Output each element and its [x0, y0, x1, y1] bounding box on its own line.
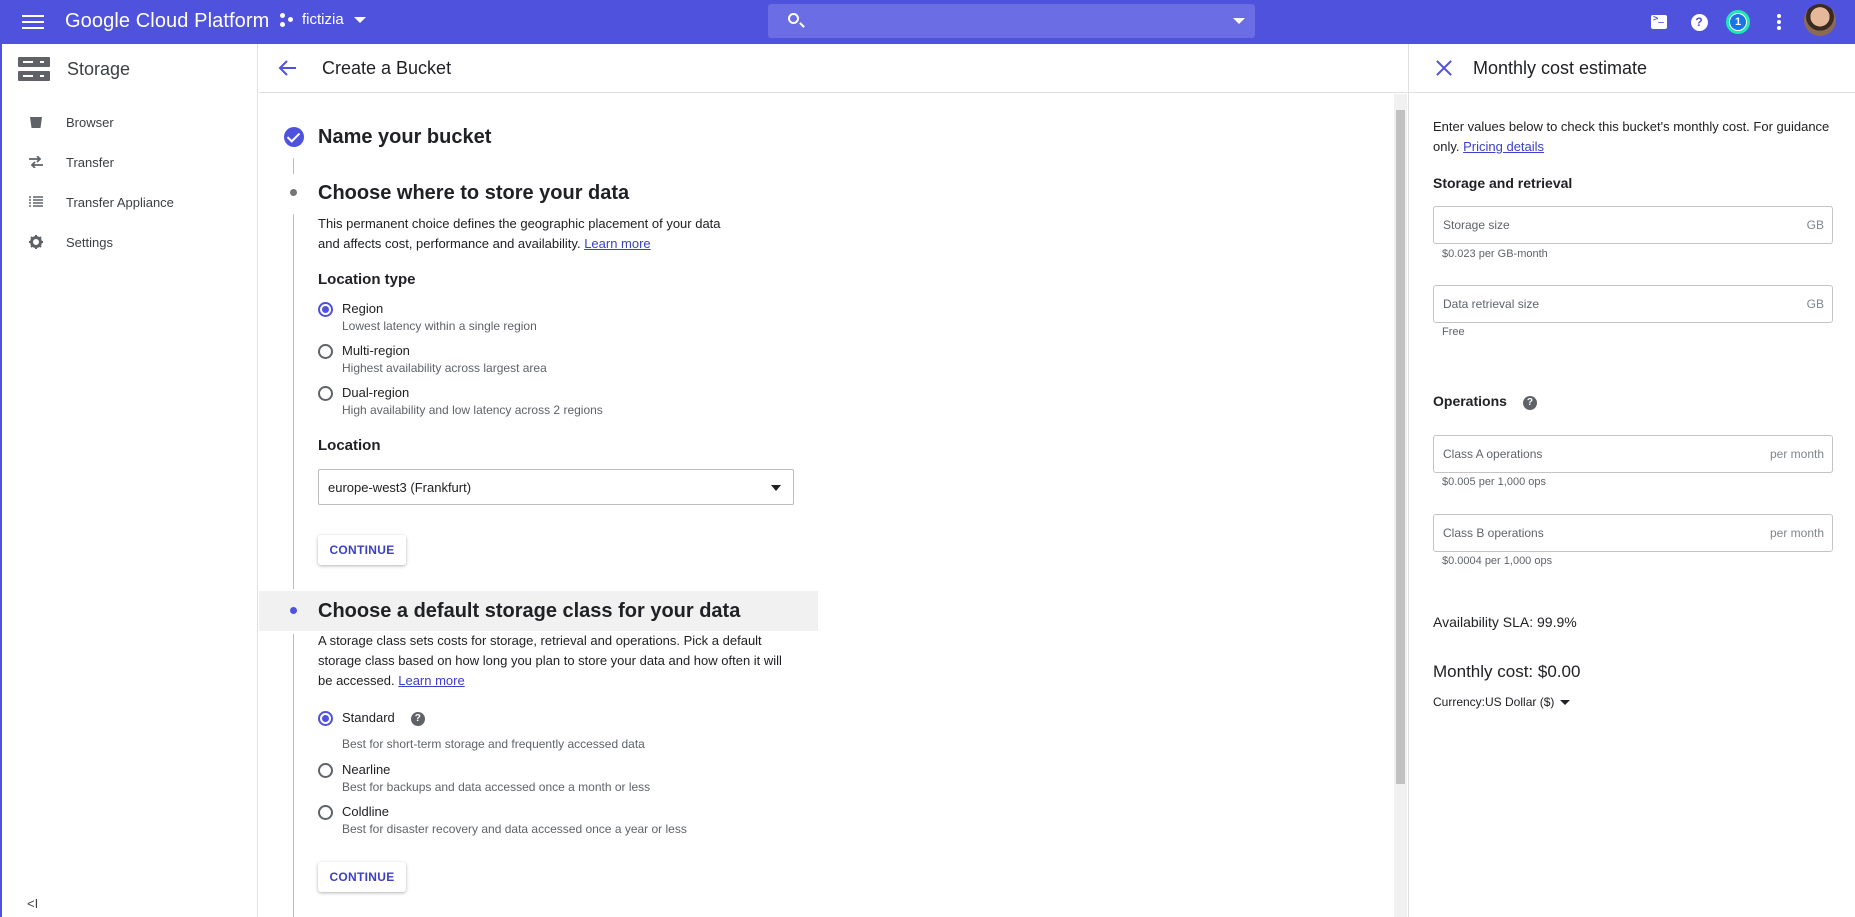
- location-select[interactable]: europe-west3 (Frankfurt): [318, 469, 794, 505]
- create-bucket-form: Name your bucket Choose where to store y…: [259, 94, 1395, 917]
- gear-icon: [26, 235, 46, 249]
- notification-count: 1: [1730, 14, 1746, 30]
- scrollbar-thumb[interactable]: [1396, 110, 1405, 784]
- radio-button[interactable]: [318, 386, 333, 401]
- search-bar[interactable]: [768, 4, 1255, 38]
- left-nav: Storage Browser Transfer Transfer Applia…: [0, 44, 258, 917]
- panel-description: Enter values below to check this bucket'…: [1433, 119, 1830, 154]
- bucket-icon: [26, 116, 46, 129]
- availability-sla: Availability SLA: 99.9%: [1433, 614, 1577, 630]
- step-storage-class-title[interactable]: Choose a default storage class for your …: [318, 600, 740, 623]
- main-scrollbar[interactable]: [1394, 94, 1407, 917]
- sidebar-item-label: Transfer: [66, 154, 114, 170]
- menu-icon[interactable]: [22, 12, 44, 32]
- pricing-details-link[interactable]: Pricing details: [1463, 139, 1544, 154]
- radio-button[interactable]: [318, 302, 333, 317]
- page-title: Create a Bucket: [322, 58, 452, 78]
- search-icon: [788, 13, 799, 24]
- help-icon[interactable]: ?: [1522, 396, 1537, 410]
- data-retrieval-input[interactable]: Data retrieval size GB: [1433, 285, 1833, 323]
- operations-heading: Operations?: [1433, 393, 1537, 410]
- sidebar-item-transfer-appliance[interactable]: Transfer Appliance: [0, 186, 256, 218]
- class-b-operations-input[interactable]: Class B operations per month: [1433, 514, 1833, 552]
- cost-estimate-panel: Monthly cost estimate Enter values below…: [1408, 44, 1855, 917]
- help-icon[interactable]: ?: [410, 712, 425, 726]
- step-storage-class-description: A storage class sets costs for storage, …: [318, 633, 782, 688]
- search-dropdown-icon[interactable]: [1233, 18, 1245, 24]
- step-dot: [290, 607, 297, 614]
- project-name: fictizia: [302, 11, 344, 28]
- class-a-operations-input[interactable]: Class A operations per month: [1433, 435, 1833, 473]
- continue-button[interactable]: CONTINUE: [318, 535, 406, 565]
- back-arrow-icon[interactable]: [277, 57, 299, 79]
- close-icon[interactable]: [1435, 59, 1453, 77]
- step-name-title[interactable]: Name your bucket: [318, 126, 491, 149]
- nav-header: Storage: [18, 57, 130, 81]
- radio-standard[interactable]: Standard? Best for short-term storage an…: [318, 710, 645, 751]
- sidebar-item-label: Settings: [66, 234, 113, 250]
- sidebar-item-label: Browser: [66, 114, 114, 130]
- radio-multi-region[interactable]: Multi-region Highest availability across …: [318, 343, 547, 375]
- more-vert-icon[interactable]: [1767, 10, 1791, 34]
- data-retrieval-hint: Free: [1442, 326, 1465, 338]
- sidebar-item-transfer[interactable]: Transfer: [0, 146, 256, 178]
- step-location-description: This permanent choice defines the geogra…: [318, 216, 721, 251]
- radio-coldline[interactable]: Coldline Best for disaster recovery and d…: [318, 804, 687, 836]
- sidebar-item-label: Transfer Appliance: [66, 194, 174, 210]
- step-location-title[interactable]: Choose where to store your data: [318, 182, 629, 205]
- radio-dual-region[interactable]: Dual-region High availability and low lat…: [318, 385, 603, 417]
- radio-button[interactable]: [318, 711, 333, 726]
- cloud-shell-icon[interactable]: [1647, 10, 1671, 34]
- chevron-down-icon: [771, 485, 781, 491]
- radio-button[interactable]: [318, 344, 333, 359]
- chevron-down-icon: [1560, 699, 1571, 705]
- location-type-label: Location type: [318, 271, 416, 288]
- step-dot: [290, 189, 297, 196]
- radio-button[interactable]: [318, 805, 333, 820]
- chevron-down-icon: [353, 16, 366, 23]
- panel-title: Monthly cost estimate: [1473, 58, 1648, 78]
- product-brand[interactable]: Google Cloud Platform: [65, 10, 269, 33]
- project-icon: [280, 12, 296, 28]
- help-icon[interactable]: ?: [1687, 10, 1711, 34]
- storage-size-input[interactable]: Storage size GB: [1433, 206, 1833, 244]
- monthly-cost: Monthly cost: $0.00: [1433, 662, 1581, 681]
- radio-nearline[interactable]: Nearline Best for backups and data access…: [318, 762, 650, 794]
- page-header: Create a Bucket: [259, 44, 1407, 93]
- project-selector[interactable]: fictizia: [280, 11, 366, 28]
- top-app-bar: Google Cloud Platform fictizia ? 1: [0, 0, 1855, 44]
- sidebar-item-settings[interactable]: Settings: [0, 226, 256, 258]
- class-b-hint: $0.0004 per 1,000 ops: [1442, 555, 1553, 567]
- transfer-icon: [26, 156, 46, 168]
- class-a-hint: $0.005 per 1,000 ops: [1442, 476, 1546, 488]
- storage-size-hint: $0.023 per GB-month: [1442, 248, 1548, 260]
- avatar[interactable]: [1804, 4, 1836, 36]
- sidebar-item-browser[interactable]: Browser: [0, 106, 256, 138]
- radio-region[interactable]: Region Lowest latency within a single reg…: [318, 301, 537, 333]
- appliance-list-icon: [26, 196, 46, 208]
- radio-button[interactable]: [318, 763, 333, 778]
- storage-retrieval-heading: Storage and retrieval: [1433, 175, 1573, 191]
- location-label: Location: [318, 437, 381, 454]
- step-complete-icon: [284, 127, 304, 147]
- notifications-icon[interactable]: 1: [1726, 10, 1750, 34]
- storage-icon: [18, 57, 50, 81]
- learn-more-link[interactable]: Learn more: [584, 236, 650, 251]
- currency-select[interactable]: Currency:US Dollar ($): [1433, 695, 1571, 709]
- learn-more-link[interactable]: Learn more: [398, 673, 464, 688]
- collapse-nav-button[interactable]: <I: [27, 896, 38, 911]
- continue-button[interactable]: CONTINUE: [318, 862, 406, 892]
- nav-title: Storage: [67, 58, 131, 79]
